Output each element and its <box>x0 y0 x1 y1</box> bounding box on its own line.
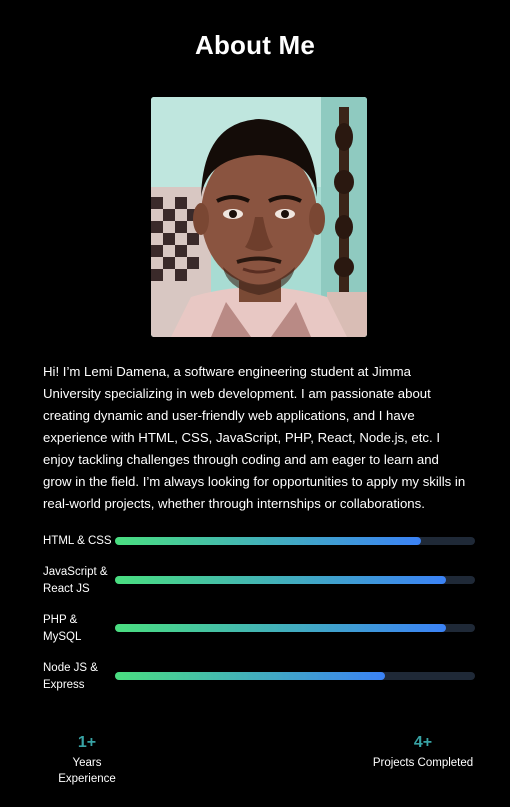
profile-photo <box>151 97 367 337</box>
skill-label: PHP & MySQL <box>43 614 82 643</box>
skill-progress-fill <box>115 624 447 632</box>
skill-track <box>115 672 475 680</box>
stat-years-experience: 1+ Years Experience <box>43 733 131 787</box>
stat-label: Projects Completed <box>372 757 474 769</box>
about-section: About Me Hi! I’m Lemi Damena, a software… <box>0 0 510 807</box>
stat-value: 1+ <box>77 734 97 751</box>
skill-track <box>115 576 475 584</box>
stat-projects-completed: 4+ Projects Completed <box>371 733 475 771</box>
skill-track <box>115 537 475 545</box>
stat-value: 4+ <box>413 734 433 751</box>
skill-progress-fill <box>115 576 447 584</box>
skill-progress-fill <box>115 672 385 680</box>
bio-text: Hi! I’m Lemi Damena, a software engineer… <box>43 364 466 511</box>
skill-track <box>115 624 475 632</box>
section-title: About Me <box>194 30 316 60</box>
skill-progress-fill <box>115 537 421 545</box>
skill-label: JavaScript & React JS <box>43 566 108 595</box>
stat-label: Years Experience <box>58 757 116 785</box>
skill-label: Node JS & Express <box>43 662 98 691</box>
skill-label: HTML & CSS <box>43 535 112 547</box>
